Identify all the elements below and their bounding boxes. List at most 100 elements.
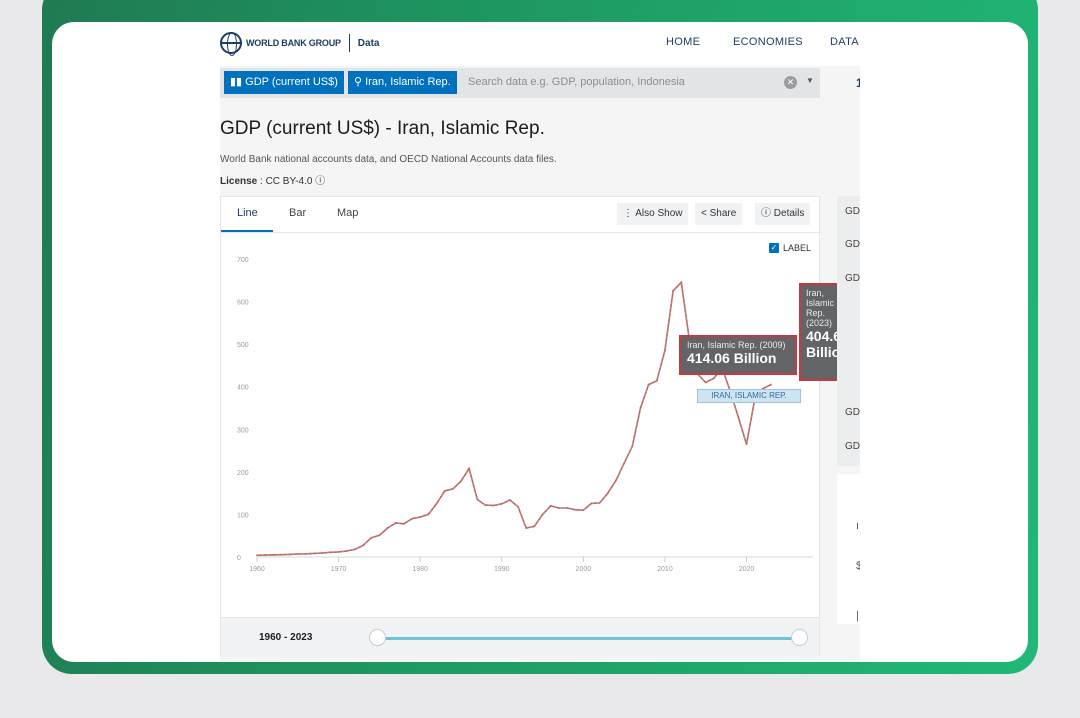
data-point: [305, 552, 307, 555]
data-point: [549, 505, 552, 507]
data-point: [509, 499, 511, 501]
data-point: [345, 550, 348, 552]
data-point: [639, 407, 642, 409]
side-item-3[interactable]: GD: [845, 273, 860, 284]
details-button[interactable]: ⓘ Details: [755, 203, 811, 225]
data-point: [582, 509, 585, 512]
bar-chart-icon: ▮▮: [230, 76, 246, 88]
side-mark-3[interactable]: |: [856, 610, 859, 622]
data-point: [533, 525, 536, 528]
data-point: [647, 383, 650, 386]
data-point: [411, 517, 413, 520]
data-point: [623, 462, 626, 465]
license-value: : CC BY-4.0: [257, 176, 313, 187]
y-tick-label: 700: [237, 257, 249, 264]
data-point: [362, 544, 364, 547]
indicator-chip[interactable]: ▮▮ GDP (current US$): [224, 71, 344, 94]
year-range-slider[interactable]: [379, 637, 799, 640]
country-chip[interactable]: ⚲ Iran, Islamic Rep.: [348, 71, 457, 94]
data-point: [386, 527, 389, 529]
side-mark-1[interactable]: ı: [856, 520, 859, 532]
data-point: [427, 513, 430, 516]
data-point: [631, 445, 634, 448]
series-dash-overlay: [256, 281, 772, 556]
header-right-number[interactable]: 1: [856, 76, 860, 90]
chevron-down-icon[interactable]: ▼: [806, 76, 814, 85]
series-badge: IRAN, ISLAMIC REP.: [697, 389, 801, 403]
side-item-4[interactable]: GD: [845, 407, 860, 418]
worldbank-logo[interactable]: WORLD BANK GROUP Data: [220, 32, 379, 56]
x-tick-label: 1970: [331, 566, 347, 573]
tooltip-2009-title: Iran, Islamic Rep. (2009): [687, 340, 786, 350]
chart-card: Line Bar Map ⋮ Also Show < Share ⓘ Detai…: [220, 196, 860, 657]
data-point: [460, 480, 462, 483]
location-pin-icon: ⚲: [354, 76, 366, 88]
slider-start-handle[interactable]: [369, 629, 386, 646]
data-point: [492, 504, 495, 507]
data-point: [313, 552, 316, 555]
data-point: [394, 522, 397, 524]
details-label: Details: [773, 208, 805, 219]
active-tab-underline: [221, 230, 273, 232]
tab-line[interactable]: Line: [237, 207, 258, 219]
data-point: [280, 553, 283, 556]
tab-bar[interactable]: Bar: [289, 207, 306, 219]
data-point: [606, 492, 609, 495]
tab-map[interactable]: Map: [337, 207, 358, 219]
data-point: [517, 505, 519, 508]
logo-separator: [348, 34, 350, 52]
side-item-5[interactable]: GD: [845, 441, 860, 452]
data-point: [378, 534, 381, 537]
data-point: [354, 548, 356, 551]
country-chip-label: Iran, Islamic Rep.: [365, 76, 451, 88]
year-range-label: 1960 - 2023: [259, 632, 313, 643]
logo-text: WORLD BANK GROUP: [246, 38, 341, 48]
data-source-text: World Bank national accounts data, and O…: [220, 154, 557, 165]
page-title: GDP (current US$) - Iran, Islamic Rep.: [220, 118, 545, 139]
data-point: [484, 504, 487, 506]
y-tick-label: 300: [237, 427, 249, 434]
data-point: [737, 416, 740, 419]
gdp-line-chart[interactable]: 0 100 200 300 400 500 600 700 1960 1970 1980 1990 20…: [221, 237, 821, 617]
side-item-2[interactable]: GD: [845, 239, 860, 250]
top-navigation-bar: WORLD BANK GROUP Data HOME ECONOMIES DAT…: [220, 22, 860, 66]
data-point: [435, 502, 438, 505]
kebab-icon: ⋮: [623, 208, 636, 219]
info-circle-icon: ⓘ: [761, 208, 774, 219]
data-point: [525, 527, 528, 529]
clear-search-icon[interactable]: ✕: [784, 76, 797, 89]
data-point: [655, 379, 658, 382]
nav-economies[interactable]: ECONOMIES: [733, 36, 803, 48]
data-point: [557, 507, 560, 509]
y-tick-label: 0: [237, 555, 241, 562]
data-point: [590, 502, 593, 505]
data-point: [296, 553, 299, 555]
nav-home[interactable]: HOME: [666, 36, 700, 48]
share-icon: <: [701, 208, 710, 219]
x-tick-label: 2010: [657, 566, 673, 573]
license-label: License: [220, 176, 258, 187]
search-input[interactable]: Search data e.g. GDP, population, Indone…: [468, 76, 685, 88]
also-show-label: Also Show: [635, 208, 683, 219]
data-point: [288, 553, 291, 556]
related-indicators-panel: GD GD GD GD GD: [837, 196, 860, 466]
nav-data[interactable]: DATA &: [830, 36, 860, 48]
data-point: [712, 377, 715, 380]
data-point: [566, 507, 568, 509]
also-show-button[interactable]: ⋮ Also Show: [617, 203, 689, 225]
search-bar[interactable]: ▮▮ GDP (current US$) ⚲ Iran, Islamic Rep…: [220, 68, 820, 98]
slider-end-handle[interactable]: [791, 629, 808, 646]
data-point: [370, 536, 373, 539]
data-point: [704, 381, 707, 384]
chart-tabs: Line Bar Map ⋮ Also Show < Share ⓘ Detai…: [221, 197, 821, 233]
x-tick-label: 1980: [412, 566, 428, 573]
share-button[interactable]: < Share: [695, 203, 743, 225]
worldbank-data-page: WORLD BANK GROUP Data HOME ECONOMIES DAT…: [220, 22, 860, 662]
y-tick-label: 500: [237, 342, 249, 349]
side-panel-lower: [837, 474, 860, 624]
side-item-1[interactable]: GD: [845, 206, 860, 217]
info-icon[interactable]: ⓘ: [315, 176, 325, 187]
side-mark-2[interactable]: $: [856, 560, 860, 572]
y-tick-label: 200: [237, 470, 249, 477]
y-tick-label: 600: [237, 300, 249, 307]
